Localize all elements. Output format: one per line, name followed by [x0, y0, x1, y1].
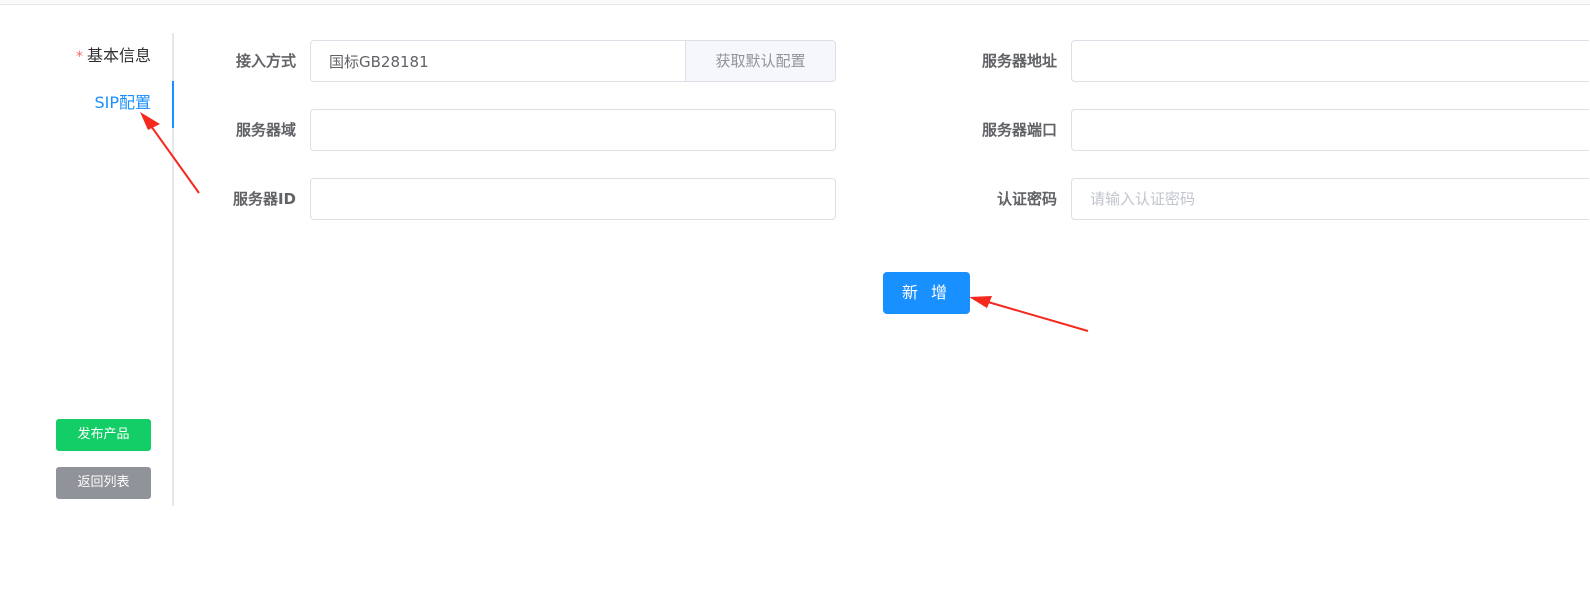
top-divider: [0, 0, 1590, 5]
server-id-field[interactable]: [310, 178, 836, 220]
required-mark: *: [75, 49, 83, 65]
add-button[interactable]: 新 增: [883, 272, 970, 314]
access-mode-label: 接入方式: [235, 52, 296, 70]
tab-basic-info[interactable]: * 基本信息: [76, 33, 151, 79]
server-domain-input[interactable]: [311, 110, 835, 150]
auth-password-input[interactable]: [1072, 179, 1589, 219]
server-port-input[interactable]: [1072, 110, 1589, 150]
server-id-label: 服务器ID: [232, 190, 296, 208]
access-mode-field[interactable]: 获取默认配置: [310, 40, 836, 82]
server-port-label: 服务器端口: [981, 121, 1057, 139]
publish-product-button[interactable]: 发布产品: [56, 419, 151, 451]
tab-sip-config-label: SIP配置: [94, 93, 151, 112]
server-domain-label: 服务器域: [235, 121, 296, 139]
server-address-input[interactable]: [1072, 41, 1589, 81]
server-address-label: 服务器地址: [981, 52, 1057, 70]
access-mode-input[interactable]: [311, 41, 686, 81]
auth-password-field[interactable]: [1071, 178, 1589, 220]
annotation-arrow-add: [969, 296, 1089, 332]
tab-basic-info-label: 基本信息: [86, 46, 151, 65]
get-default-config-button[interactable]: 获取默认配置: [685, 41, 835, 81]
server-address-field[interactable]: [1071, 40, 1589, 82]
auth-password-label: 认证密码: [996, 190, 1057, 208]
back-to-list-button[interactable]: 返回列表: [56, 467, 151, 499]
server-port-field[interactable]: [1071, 109, 1589, 151]
tab-active-indicator: [172, 81, 174, 128]
server-domain-field[interactable]: [310, 109, 836, 151]
server-id-input[interactable]: [311, 179, 835, 219]
tab-sip-config[interactable]: SIP配置: [94, 80, 151, 126]
annotation-arrows: [140, 112, 1089, 332]
